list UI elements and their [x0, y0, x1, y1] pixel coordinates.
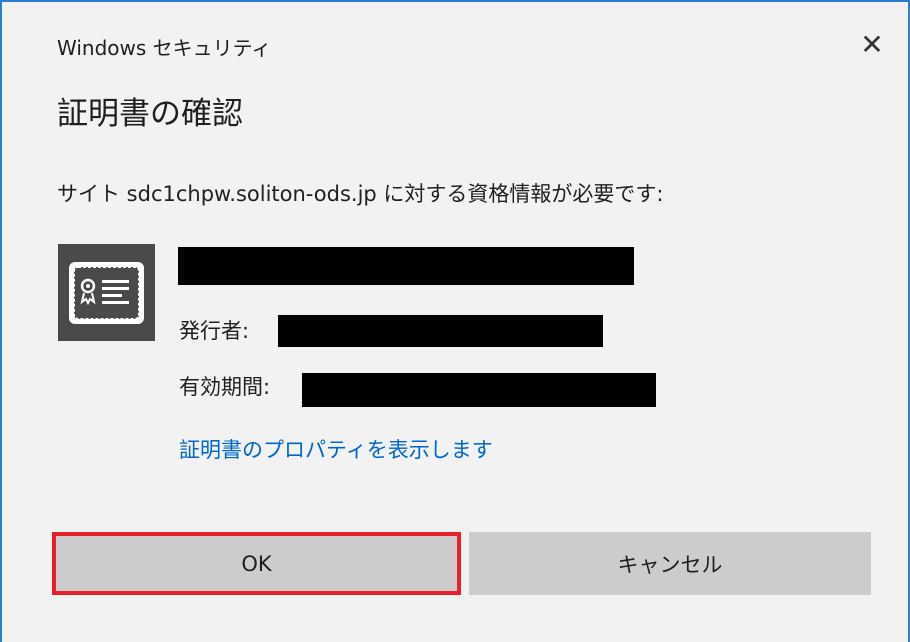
- validity-label: 有効期間:: [179, 375, 271, 399]
- security-dialog: Windows セキュリティ ✕ 証明書の確認 サイト sdc1chpw.sol…: [0, 0, 910, 642]
- validity-value-redacted: [302, 373, 656, 407]
- certificate-properties-link[interactable]: 証明書のプロパティを表示します: [179, 434, 493, 464]
- close-icon: ✕: [860, 27, 884, 61]
- certificate-icon: [58, 244, 155, 341]
- issuer-label: 発行者:: [179, 319, 250, 343]
- close-button[interactable]: ✕: [850, 22, 894, 66]
- issuer-value-redacted: [278, 315, 603, 347]
- site-credential-message: サイト sdc1chpw.soliton-ods.jp に対する資格情報が必要で…: [57, 182, 664, 206]
- window-title: Windows セキュリティ: [57, 36, 272, 60]
- certificate-name-redacted: [178, 247, 634, 285]
- dialog-heading: 証明書の確認: [57, 96, 243, 132]
- ok-button[interactable]: OK: [52, 532, 461, 595]
- cancel-button[interactable]: キャンセル: [469, 532, 871, 595]
